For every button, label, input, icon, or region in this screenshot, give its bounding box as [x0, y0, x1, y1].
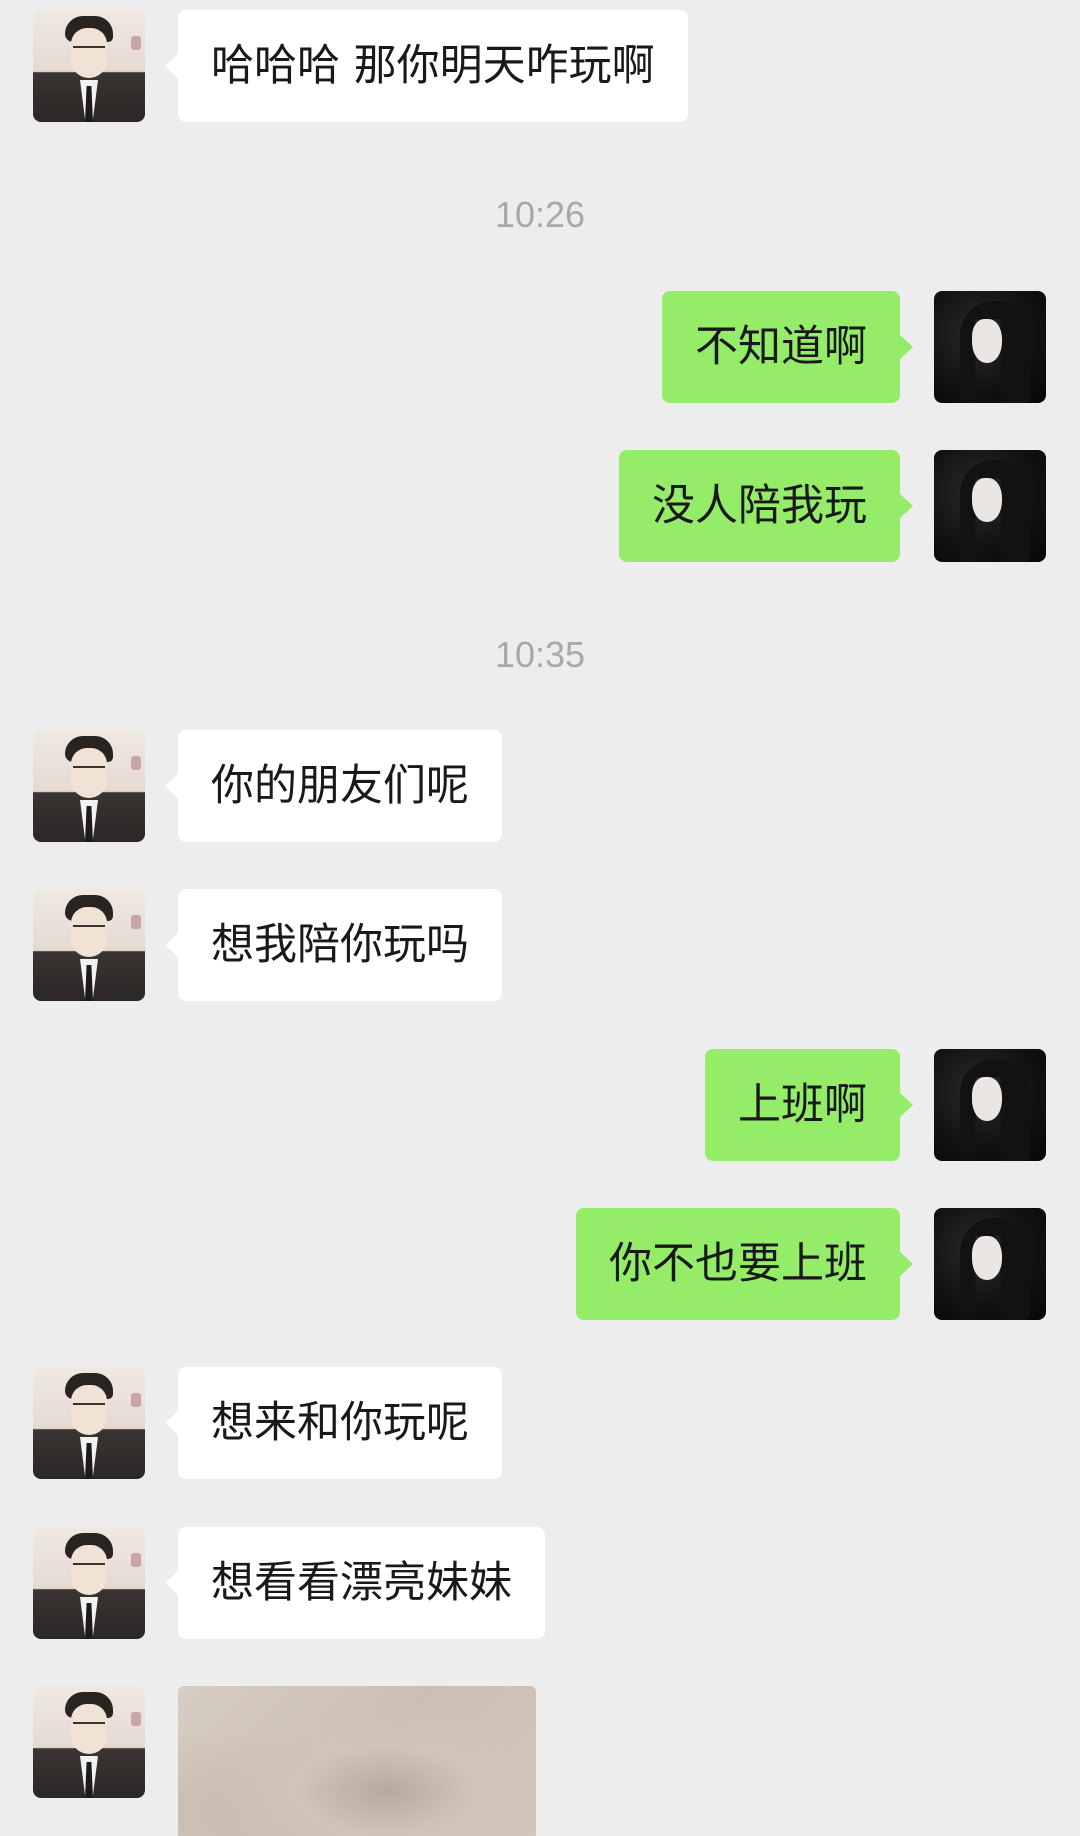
incoming-message-bubble[interactable]: 想来和你玩呢 [165, 1367, 502, 1479]
message-row: 想看看漂亮妹妹 [0, 1527, 1080, 1639]
message-timestamp: 10:26 [494, 194, 586, 235]
avatar-glasses [73, 766, 105, 778]
message-row [0, 1686, 1080, 1836]
avatar-face [972, 478, 1002, 522]
avatar-face [972, 319, 1002, 363]
avatar-glasses [73, 1403, 105, 1415]
avatar-background-sticker [131, 915, 141, 929]
outgoing-message-bubble[interactable]: 没人陪我玩 [619, 450, 913, 562]
avatar-background-sticker [131, 756, 141, 770]
message-row: 上班啊 [0, 1049, 1080, 1161]
contact-avatar[interactable] [33, 1686, 145, 1798]
contact-avatar[interactable] [33, 1527, 145, 1639]
message-row: 你的朋友们呢 [0, 730, 1080, 842]
contact-avatar[interactable] [33, 10, 145, 122]
message-row: 想来和你玩呢 [0, 1367, 1080, 1479]
outgoing-message-bubble[interactable]: 不知道啊 [662, 291, 913, 403]
message-row: 想我陪你玩吗 [0, 889, 1080, 1001]
avatar-background-sticker [131, 36, 141, 50]
avatar-background-sticker [131, 1553, 141, 1567]
incoming-message-bubble[interactable]: 哈哈哈 那你明天咋玩啊 [165, 10, 688, 122]
outgoing-message-bubble[interactable]: 你不也要上班 [576, 1208, 913, 1320]
avatar-glasses [73, 46, 105, 58]
message-row: 哈哈哈 那你明天咋玩啊 [0, 10, 1080, 122]
outgoing-message-bubble[interactable]: 上班啊 [705, 1049, 913, 1161]
avatar-background-sticker [131, 1393, 141, 1407]
avatar-background-sticker [131, 1712, 141, 1726]
image-message-thumbnail[interactable] [178, 1686, 536, 1836]
avatar-glasses [73, 1563, 105, 1575]
contact-avatar[interactable] [33, 889, 145, 1001]
avatar-glasses [73, 925, 105, 937]
chat-message-list[interactable]: 哈哈哈 那你明天咋玩啊 10:26 不知道啊 没人陪我玩 10:35 你的朋友们… [0, 0, 1080, 1836]
message-row: 不知道啊 [0, 291, 1080, 403]
self-avatar[interactable] [934, 1049, 1046, 1161]
self-avatar[interactable] [934, 1208, 1046, 1320]
message-timestamp: 10:35 [494, 634, 586, 675]
incoming-message-bubble[interactable]: 想看看漂亮妹妹 [165, 1527, 545, 1639]
self-avatar[interactable] [934, 291, 1046, 403]
incoming-message-bubble[interactable]: 想我陪你玩吗 [165, 889, 502, 1001]
avatar-glasses [73, 1722, 105, 1734]
incoming-message-bubble[interactable]: 你的朋友们呢 [165, 730, 502, 842]
contact-avatar[interactable] [33, 1367, 145, 1479]
avatar-face [972, 1077, 1002, 1121]
avatar-face [972, 1236, 1002, 1280]
contact-avatar[interactable] [33, 730, 145, 842]
message-row: 没人陪我玩 [0, 450, 1080, 562]
message-row: 你不也要上班 [0, 1208, 1080, 1320]
self-avatar[interactable] [934, 450, 1046, 562]
